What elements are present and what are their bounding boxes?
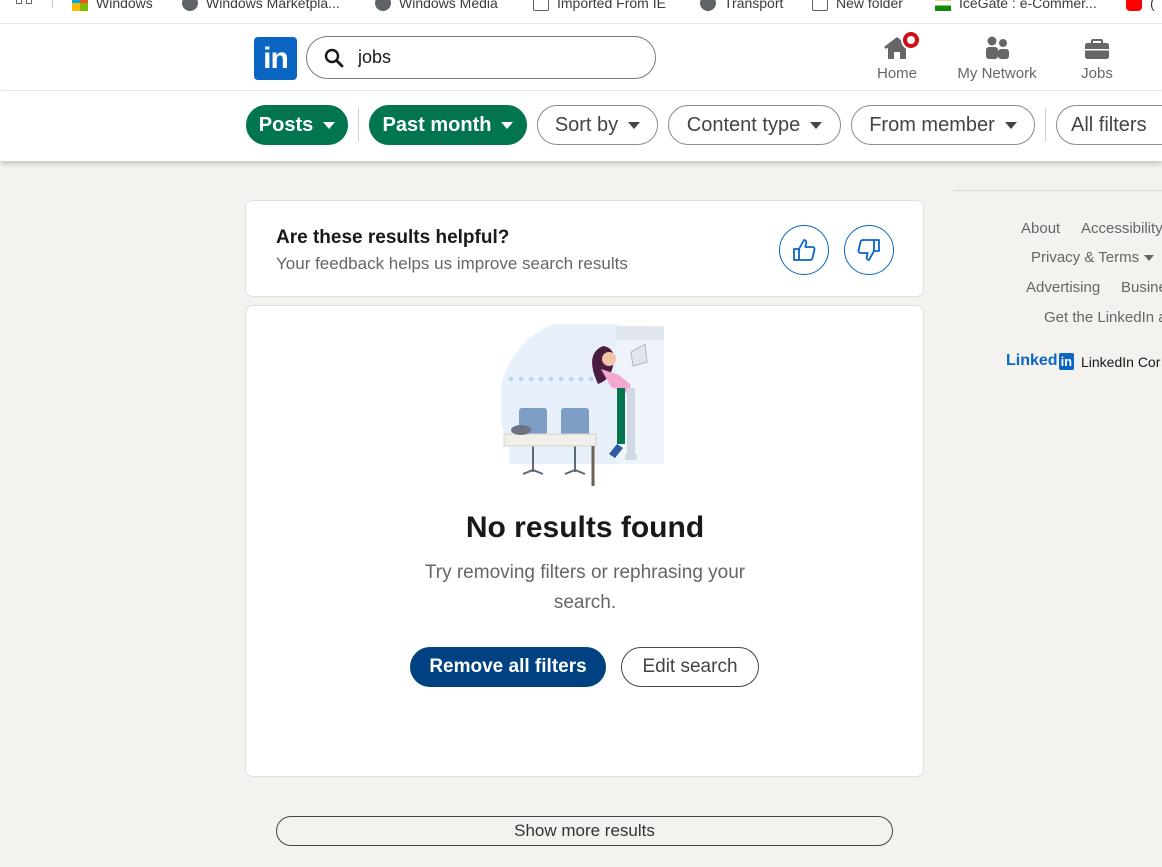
folder-icon [533,0,549,11]
feedback-title: Are these results helpful? [276,227,510,248]
wordmark-in: in [1058,352,1075,370]
bookmark-windows[interactable]: Windows [72,0,153,13]
all-filters-label: All filters [1071,113,1147,136]
footer-divider [953,190,1162,191]
bookmarks-separator [52,0,53,8]
search-bar[interactable] [306,36,656,79]
bookmark-icegate[interactable]: IceGate : e-Commer... [935,0,1097,13]
filter-posts-label: Posts [258,113,314,136]
nav-jobs[interactable]: Jobs [1052,34,1142,82]
global-nav: in Home My Network [0,24,1162,91]
show-more-results-button[interactable]: Show more results [276,816,893,846]
apps-grid-icon[interactable] [16,0,34,10]
globe-icon [700,0,716,11]
thumbs-up-button[interactable] [779,225,829,275]
bookmark-windows-marketplace[interactable]: Windows Marketpla... [182,0,340,13]
filter-from-member[interactable]: From member [851,105,1035,145]
filter-separator [358,108,359,142]
empty-results-title: No results found [465,511,705,544]
filter-past-month[interactable]: Past month [369,105,527,145]
footer-privacy-label: Privacy & Terms [1031,249,1140,266]
india-flag-icon [935,0,951,11]
search-input[interactable] [358,47,618,68]
empty-search-illustration [501,324,664,486]
empty-results-subtitle: Try removing filters or rephrasing your … [424,562,746,613]
footer-copyright: LinkedIn Cor [1081,354,1161,370]
filter-content-type[interactable]: Content type [668,105,841,145]
search-icon [324,48,344,67]
globe-icon [182,0,198,11]
caret-down-icon [1004,121,1017,129]
bookmark-transport[interactable]: Transport [700,0,783,13]
footer-link-accessibility[interactable]: Accessibility [1081,220,1162,237]
filter-from-member-label: From member [869,113,995,136]
search-filter-bar: Posts Past month Sort by Content type Fr… [0,91,1162,161]
caret-down-icon [1144,255,1155,262]
bookmark-imported-from-ie[interactable]: Imported From IE [533,0,666,13]
windows-icon [72,0,88,11]
browser-bookmarks-bar: Windows Windows Marketpla... Windows Med… [0,0,1162,24]
thumbs-up-icon [793,239,816,261]
thumbs-down-icon [857,239,880,261]
footer-link-business[interactable]: Busine [1121,279,1162,296]
nav-my-network-label: My Network [957,65,1037,82]
caret-down-icon [628,121,641,129]
footer-link-about[interactable]: About [1021,220,1060,237]
caret-down-icon [810,121,823,129]
nav-home[interactable]: Home [852,30,942,82]
wordmark-linked: Linked [1006,352,1058,369]
caret-down-icon [501,121,514,129]
nav-my-network[interactable]: My Network [952,34,1042,82]
remove-all-filters-button[interactable]: Remove all filters [410,647,606,687]
empty-results-card: No results found Try removing filters or… [245,305,924,777]
bookmark-new-folder[interactable]: New folder [812,0,903,13]
filter-posts[interactable]: Posts [246,105,348,145]
all-filters-button[interactable]: All filters [1056,105,1162,145]
filter-separator [1045,108,1046,142]
linkedin-logo[interactable]: in [254,37,297,80]
notification-badge [901,30,921,50]
nav-jobs-label: Jobs [1081,65,1113,82]
feedback-subtitle: Your feedback helps us improve search re… [276,254,628,273]
filter-sort-by-label: Sort by [554,113,619,136]
caret-down-icon [323,121,336,129]
feedback-card: Are these results helpful? Your feedback… [245,200,924,297]
globe-icon [375,0,391,11]
footer-link-privacy-terms[interactable]: Privacy & Terms [1031,249,1155,266]
youtube-icon [1126,0,1142,11]
thumbs-down-button[interactable] [844,225,894,275]
footer-link-advertising[interactable]: Advertising [1026,279,1100,296]
linkedin-wordmark-logo: Linked in [1006,352,1075,370]
nav-home-label: Home [876,65,917,82]
filter-sort-by[interactable]: Sort by [537,105,658,145]
filter-past-month-label: Past month [382,113,492,136]
briefcase-icon [1085,39,1109,59]
filter-content-type-label: Content type [686,113,801,136]
edit-search-button[interactable]: Edit search [621,647,759,687]
bookmark-youtube[interactable]: ( [1126,0,1155,13]
folder-icon [812,0,828,11]
footer-link-get-app[interactable]: Get the LinkedIn a [1044,309,1162,326]
bookmark-windows-media[interactable]: Windows Media [375,0,498,13]
network-icon [986,36,1009,59]
